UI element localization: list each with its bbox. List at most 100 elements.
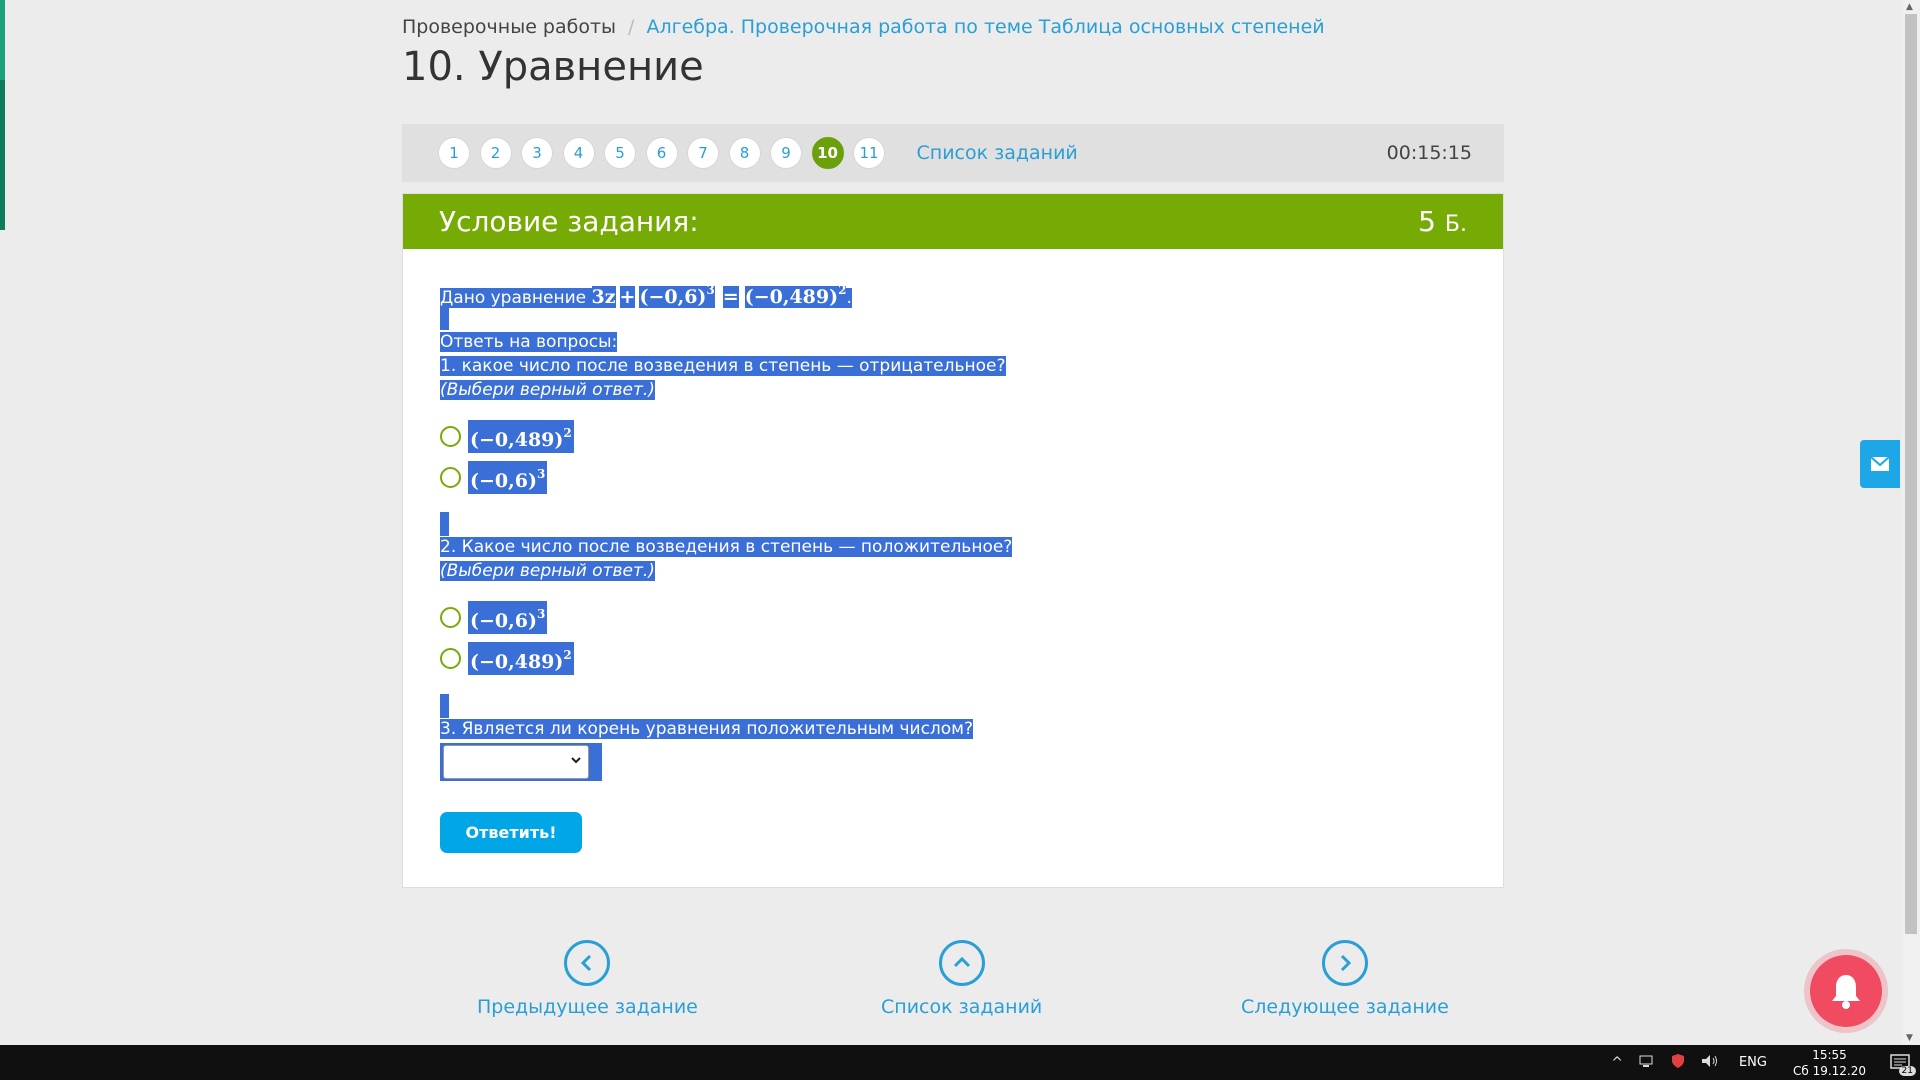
task-number-1[interactable]: 1 <box>438 137 470 169</box>
task-number-7[interactable]: 7 <box>687 137 719 169</box>
equation-line: Дано уравнение 3z + (−0,6)3 = (−0,489)2. <box>440 278 852 310</box>
scroll-up-icon[interactable]: ▲ <box>1906 2 1913 12</box>
q2-option-1[interactable]: (−0,6)3 <box>440 601 548 634</box>
task-list-bottom-link[interactable]: Список заданий <box>881 940 1042 1018</box>
page-scrollbar[interactable]: ▲ ▼ <box>1902 0 1920 1045</box>
windows-taskbar: ^ ENG 15:55 Сб 19.12.20 21 <box>0 1045 1920 1080</box>
q2-hint: (Выбери верный ответ.) <box>440 561 655 581</box>
task-number-10-active[interactable]: 10 <box>811 137 844 169</box>
breadcrumb: Проверочные работы / Алгебра. Проверочная … <box>402 16 1325 38</box>
prev-task-link[interactable]: Предыдущее задание <box>477 940 698 1018</box>
q2-option-2-exp: 2 <box>563 648 572 662</box>
q1-line: 1. какое число после возведения в степен… <box>440 354 1006 378</box>
selection-dot <box>592 747 598 777</box>
radio-button[interactable] <box>440 607 461 628</box>
scroll-down-icon[interactable]: ▼ <box>1906 1033 1913 1043</box>
action-center-button[interactable]: 21 <box>1880 1045 1920 1080</box>
equation-term1-exp: 3 <box>706 283 715 297</box>
equation-lhs-var: 3z <box>591 286 616 308</box>
q2-option-2-label: (−0,489)2 <box>468 642 574 675</box>
task-header-title: Условие задания: <box>439 205 699 238</box>
clock-date: Сб 19.12.20 <box>1792 1063 1866 1078</box>
chevron-left-icon[interactable] <box>564 940 611 986</box>
task-number-11[interactable]: 11 <box>853 137 885 169</box>
page-title: 10. Уравнение <box>402 44 704 90</box>
task-number-5[interactable]: 5 <box>604 137 636 169</box>
q1-option-1-exp: 2 <box>563 426 572 440</box>
task-number-8[interactable]: 8 <box>728 137 761 169</box>
equation-plus: + <box>619 286 636 308</box>
q1-text: 1. какое число после возведения в степен… <box>440 356 1006 376</box>
q2-option-1-base: (−0,6) <box>470 610 537 632</box>
left-accent-bar-dark <box>0 80 5 230</box>
task-number-3[interactable]: 3 <box>521 137 553 169</box>
next-task-label[interactable]: Следующее задание <box>1241 996 1449 1018</box>
q2-option-1-label: (−0,6)3 <box>468 601 548 634</box>
q1-option-2-exp: 3 <box>536 467 546 481</box>
equation-period: . <box>846 288 852 308</box>
task-number-nav: 1 2 3 4 5 6 7 8 9 10 11 Список заданий 0… <box>402 124 1504 182</box>
equation-term1-base: (−0,6) <box>639 286 707 308</box>
volume-icon[interactable] <box>1701 1054 1719 1072</box>
q1-option-1-label: (−0,489)2 <box>468 420 574 453</box>
q2-option-2[interactable]: (−0,489)2 <box>440 642 574 675</box>
clock-time: 15:55 <box>1812 1047 1847 1062</box>
task-list-link[interactable]: Список заданий <box>917 142 1078 164</box>
radio-button[interactable] <box>440 467 461 488</box>
q1-option-2-base: (−0,6) <box>470 470 537 492</box>
taskbar-clock[interactable]: 15:55 Сб 19.12.20 <box>1793 1047 1866 1079</box>
notification-count-badge: 21 <box>1898 1066 1916 1076</box>
q1-option-2[interactable]: (−0,6)3 <box>440 461 548 494</box>
equation-term1: (−0,6)3 <box>639 283 715 308</box>
timer: 00:15:15 <box>1386 142 1472 164</box>
bell-icon <box>1832 975 1860 1009</box>
notification-bell-button[interactable] <box>1810 955 1882 1027</box>
scrollbar-thumb[interactable] <box>1905 14 1917 934</box>
q3-answer-select[interactable] <box>443 745 589 779</box>
task-number-9[interactable]: 9 <box>770 137 802 169</box>
radio-button[interactable] <box>440 426 461 447</box>
selection-gap <box>440 694 449 718</box>
q1-hint-line: (Выбери верный ответ.) <box>440 378 655 402</box>
task-card: Условие задания: 5 Б. Дано уравнение 3z +… <box>402 193 1504 888</box>
system-tray: ^ ENG 15:55 Сб 19.12.20 21 <box>1603 1045 1920 1080</box>
next-task-link[interactable]: Следующее задание <box>1241 940 1449 1018</box>
answer-button[interactable]: Ответить! <box>440 812 582 853</box>
prev-task-label[interactable]: Предыдущее задание <box>477 996 698 1018</box>
instructions-line: Ответь на вопросы: <box>440 330 618 354</box>
task-number-4[interactable]: 4 <box>562 137 595 169</box>
equation-intro: Дано уравнение <box>440 288 592 308</box>
breadcrumb-separator: / <box>628 16 635 38</box>
q3-select-wrapper <box>440 743 602 781</box>
equation-term2-base: (−0,489) <box>744 286 839 308</box>
language-indicator[interactable]: ENG <box>1739 1055 1767 1070</box>
q2-option-1-exp: 3 <box>536 607 546 621</box>
task-header: Условие задания: 5 Б. <box>403 194 1503 249</box>
task-number-6[interactable]: 6 <box>645 137 678 169</box>
q1-hint: (Выбери верный ответ.) <box>440 380 655 400</box>
radio-button[interactable] <box>440 648 461 669</box>
chevron-up-icon[interactable] <box>938 940 985 986</box>
equation-term2: (−0,489)2 <box>744 283 847 308</box>
network-icon[interactable] <box>1639 1054 1655 1072</box>
chevron-right-icon[interactable] <box>1321 940 1368 986</box>
points-unit: Б. <box>1444 212 1467 237</box>
q1-option-2-label: (−0,6)3 <box>468 461 548 494</box>
q1-option-1-base: (−0,489) <box>470 429 564 451</box>
q2-line: 2. Какое число после возведения в степен… <box>440 535 1013 559</box>
task-list-bottom-label[interactable]: Список заданий <box>881 996 1042 1018</box>
q1-option-1[interactable]: (−0,489)2 <box>440 420 574 453</box>
security-shield-icon[interactable] <box>1671 1053 1685 1073</box>
task-number-2[interactable]: 2 <box>479 137 512 169</box>
q2-option-2-base: (−0,489) <box>470 651 564 673</box>
equation-equals: = <box>722 286 739 308</box>
chevron-up-tray-icon[interactable]: ^ <box>1611 1055 1623 1071</box>
q3-line: 3. Является ли корень уравнения положите… <box>440 717 974 741</box>
breadcrumb-root[interactable]: Проверочные работы <box>402 16 616 38</box>
selection-gap <box>440 306 449 330</box>
chevron-down-icon <box>570 754 582 770</box>
selection-gap <box>440 512 449 536</box>
breadcrumb-current-link[interactable]: Алгебра. Проверочная работа по теме Табл… <box>646 16 1324 38</box>
feedback-mail-tab[interactable] <box>1860 440 1900 488</box>
bottom-navigation: Предыдущее задание Список заданий Следую… <box>402 940 1504 1020</box>
